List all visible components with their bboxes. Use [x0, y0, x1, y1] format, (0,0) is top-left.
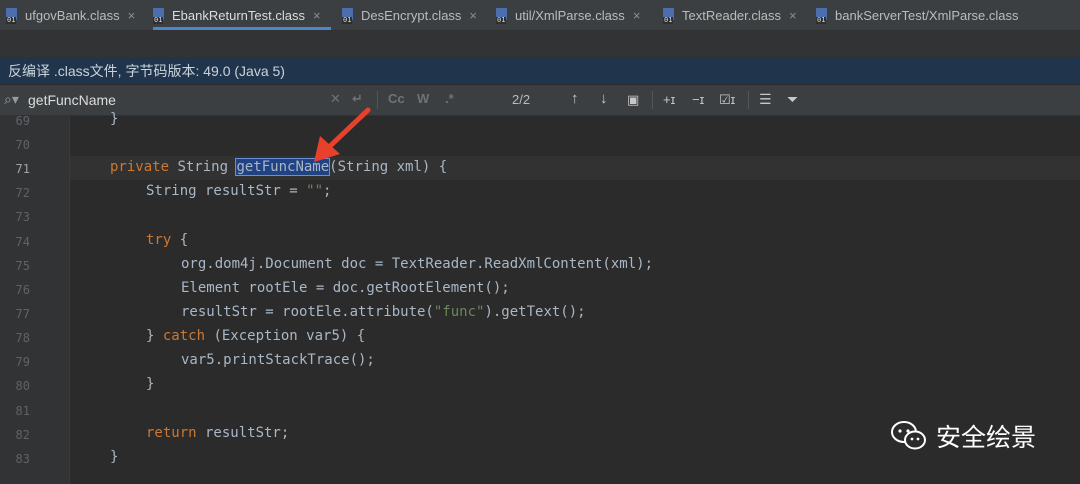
tab-desencrypt[interactable]: 01 DesEncrypt.class ×	[342, 0, 477, 30]
close-icon[interactable]: ×	[128, 8, 136, 23]
line-number: 83	[15, 452, 30, 466]
search-input[interactable]	[28, 90, 318, 110]
tab-label: bankServerTest/XmlParse.class	[835, 7, 1019, 23]
string-literal: ""	[306, 183, 324, 199]
banner-text: 反编译 .class文件, 字节码版本: 49.0 (Java 5)	[8, 62, 285, 79]
decompiled-notice-banner: 反编译 .class文件, 字节码版本: 49.0 (Java 5)	[0, 57, 1080, 84]
tab-ufgovbank[interactable]: 01 ufgovBank.class ×	[6, 0, 135, 30]
keyword: catch	[162, 328, 206, 344]
tab-label: EbankReturnTest.class	[172, 7, 305, 23]
code-line[interactable]: }	[110, 449, 118, 465]
regex-toggle[interactable]: .*	[445, 91, 454, 106]
code-line[interactable]: } catch (Exception var5) {	[146, 328, 365, 344]
add-occurrence-icon[interactable]: +ɪ	[663, 92, 675, 107]
class-file-icon: 01	[342, 7, 355, 24]
annotation-arrow	[314, 107, 371, 162]
line-number: 75	[15, 259, 30, 273]
line-number: 81	[15, 404, 30, 418]
tab-label: util/XmlParse.class	[515, 7, 625, 23]
tab-bankservertest-xmlparse[interactable]: 01 bankServerTest/XmlParse.class	[816, 0, 1019, 30]
editor-tab-bar: 01 ufgovBank.class × 01 EbankReturnTest.…	[0, 0, 1080, 31]
code-line[interactable]: String resultStr = "";	[146, 183, 331, 199]
code-token: resultStr;	[196, 425, 290, 441]
search-icon[interactable]: ⌕▾	[4, 91, 19, 108]
match-count: 2/2	[512, 92, 531, 107]
class-file-icon: 01	[496, 7, 509, 24]
match-case-toggle[interactable]: Cc	[388, 91, 405, 106]
class-file-icon: 01	[663, 7, 676, 24]
code-line[interactable]: }	[146, 376, 154, 392]
code-line[interactable]: Element rootEle = doc.getRootElement();	[181, 280, 510, 296]
close-icon[interactable]: ×	[313, 8, 321, 23]
filter-icon[interactable]: ⏷	[787, 91, 798, 108]
watermark-text: 安全绘景	[936, 424, 1037, 452]
tab-util-xmlparse[interactable]: 01 util/XmlParse.class ×	[496, 0, 640, 30]
remove-occurrence-icon[interactable]: −ɪ	[692, 92, 704, 107]
close-icon[interactable]: ×	[789, 8, 797, 23]
previous-occurrence-icon[interactable]: ↑	[571, 90, 579, 107]
whole-words-toggle[interactable]: W	[417, 91, 429, 106]
tab-label: DesEncrypt.class	[361, 7, 462, 23]
separator	[652, 91, 653, 109]
class-file-icon: 01	[153, 7, 166, 24]
code-token: resultStr = rootEle.attribute(	[181, 304, 434, 320]
code-token: String	[169, 159, 237, 175]
select-all-occurrences-icon[interactable]: ☑ɪ	[719, 92, 735, 108]
find-bar: ⌕▾ ✕ ↵ Cc W .* 2/2 ↑ ↓ ▣ +ɪ −ɪ ☑ɪ ☰ ⏷	[0, 85, 1080, 116]
line-number: 79	[15, 355, 30, 369]
keyword: try	[146, 232, 172, 248]
line-number: 74	[15, 235, 30, 249]
tab-label: ufgovBank.class	[25, 7, 120, 23]
code-token: String resultStr =	[146, 183, 307, 199]
code-token: ;	[323, 183, 332, 199]
line-number: 82	[15, 428, 30, 442]
wechat-icon	[891, 421, 926, 450]
line-number: 72	[15, 186, 30, 200]
tab-textreader[interactable]: 01 TextReader.class ×	[663, 0, 797, 30]
tab-label: TextReader.class	[682, 7, 781, 23]
code-token: {	[171, 232, 189, 248]
class-file-icon: 01	[6, 7, 19, 24]
close-icon[interactable]: ×	[633, 8, 641, 23]
line-number: 73	[15, 210, 30, 224]
string-literal: "func"	[433, 304, 485, 320]
next-occurrence-icon[interactable]: ↓	[600, 90, 608, 107]
line-number: 76	[15, 283, 30, 297]
line-number: 71	[15, 162, 30, 176]
toolbar-strip	[0, 31, 1080, 57]
code-line[interactable]: try {	[146, 232, 188, 248]
code-token: }	[146, 328, 163, 344]
class-file-icon: 01	[816, 7, 829, 24]
line-number: 78	[15, 331, 30, 345]
line-number: 69	[15, 114, 30, 128]
code-line[interactable]: return resultStr;	[146, 425, 289, 441]
code-line[interactable]: }	[110, 111, 118, 127]
filter-search-results-icon[interactable]: ☰	[759, 91, 772, 108]
close-icon[interactable]: ×	[469, 8, 477, 23]
code-token: (Exception var5) {	[205, 328, 366, 344]
code-line[interactable]: private String getFuncName(String xml) {	[110, 158, 447, 176]
keyword: return	[146, 425, 197, 441]
code-token: ).getText();	[484, 304, 586, 320]
tab-ebankreturntest[interactable]: 01 EbankReturnTest.class ×	[153, 0, 331, 30]
line-number: 80	[15, 379, 30, 393]
keyword: private	[110, 159, 170, 175]
line-number: 70	[15, 138, 30, 152]
code-line[interactable]: var5.printStackTrace();	[181, 352, 375, 368]
code-line[interactable]: resultStr = rootEle.attribute("func").ge…	[181, 304, 586, 320]
line-number: 77	[15, 307, 30, 321]
open-in-window-icon[interactable]: ▣	[627, 92, 639, 108]
code-line[interactable]: org.dom4j.Document doc = TextReader.Read…	[181, 256, 653, 272]
watermark: 安全绘景	[890, 418, 1036, 454]
separator	[748, 91, 749, 109]
